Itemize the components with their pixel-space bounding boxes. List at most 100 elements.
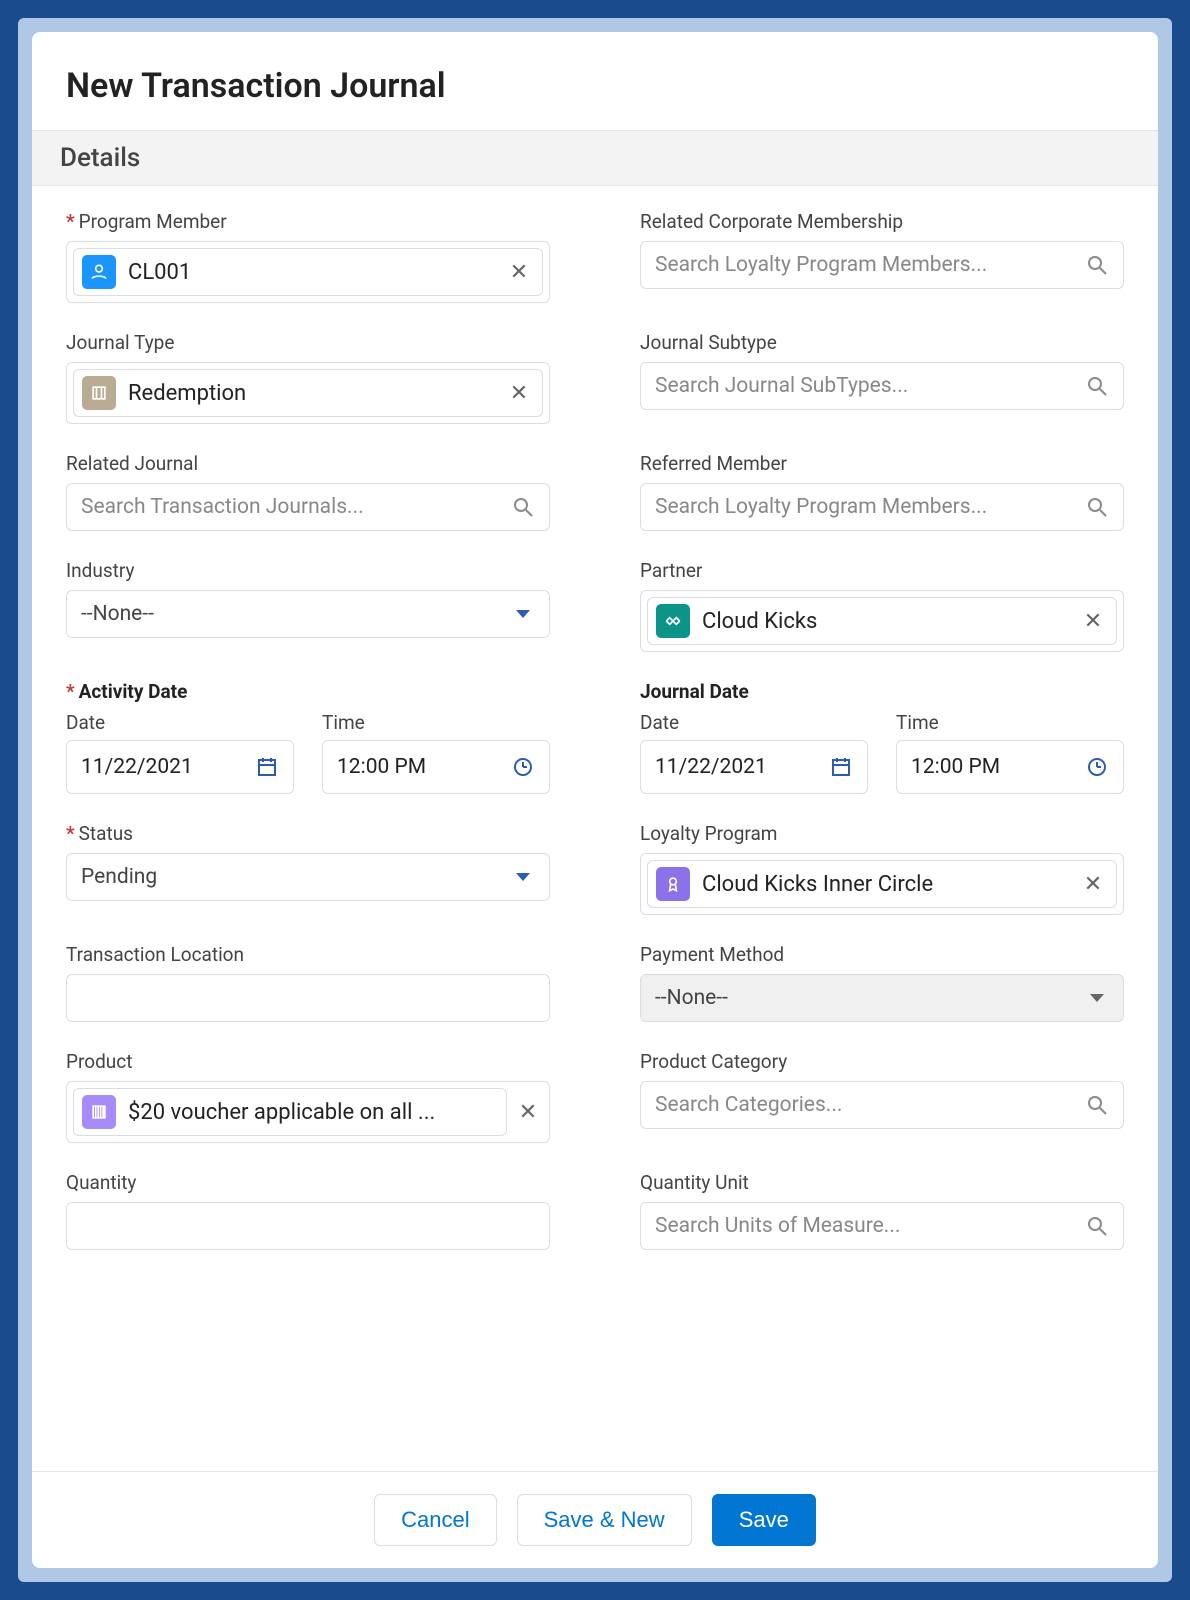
search-icon	[1085, 1093, 1109, 1117]
clear-journal-type-icon[interactable]: ✕	[504, 381, 534, 406]
journal-date-label: Journal Date	[640, 680, 1124, 703]
product-category-label: Product Category	[640, 1050, 1124, 1073]
status-label: Status	[79, 822, 133, 845]
field-journal-subtype: Journal Subtype Search Journal SubTypes.…	[640, 331, 1124, 424]
clock-icon[interactable]	[511, 755, 535, 779]
journal-date-time-input[interactable]: 12:00 PM	[896, 740, 1124, 794]
journal-subtype-search[interactable]: Search Journal SubTypes...	[640, 362, 1124, 410]
transaction-location-label: Transaction Location	[66, 943, 550, 966]
related-journal-placeholder: Search Transaction Journals...	[81, 495, 364, 519]
field-related-journal: Related Journal Search Transaction Journ…	[66, 452, 550, 531]
industry-value: --None--	[81, 602, 154, 626]
field-industry: Industry --None--	[66, 559, 550, 652]
related-corp-membership-label: Related Corporate Membership	[640, 210, 1124, 233]
partner-label: Partner	[640, 559, 1124, 582]
activity-date-time-value: 12:00 PM	[337, 755, 426, 779]
clear-loyalty-program-icon[interactable]: ✕	[1078, 872, 1108, 897]
search-icon	[1085, 374, 1109, 398]
product-icon	[82, 1095, 116, 1129]
save-button[interactable]: Save	[712, 1494, 816, 1546]
field-referred-member: Referred Member Search Loyalty Program M…	[640, 452, 1124, 531]
quantity-label: Quantity	[66, 1171, 550, 1194]
journal-subtype-label: Journal Subtype	[640, 331, 1124, 354]
payment-method-select[interactable]: --None--	[640, 974, 1124, 1022]
section-header-details: Details	[32, 130, 1158, 186]
journal-type-label: Journal Type	[66, 331, 550, 354]
loyalty-program-icon	[656, 867, 690, 901]
activity-date-time-input[interactable]: 12:00 PM	[322, 740, 550, 794]
person-icon	[82, 255, 116, 289]
journal-date-date-value: 11/22/2021	[655, 755, 767, 779]
cancel-button[interactable]: Cancel	[374, 1494, 496, 1546]
transaction-location-text[interactable]	[81, 985, 535, 1011]
partner-lookup[interactable]: Cloud Kicks ✕	[640, 590, 1124, 652]
journal-type-icon	[82, 376, 116, 410]
field-journal-date: Journal Date Date 11/22/2021 Time 12:00 …	[640, 680, 1124, 794]
industry-select[interactable]: --None--	[66, 590, 550, 638]
chevron-down-icon	[511, 602, 535, 626]
journal-date-time-value: 12:00 PM	[911, 755, 1000, 779]
search-icon	[1085, 495, 1109, 519]
related-journal-search[interactable]: Search Transaction Journals...	[66, 483, 550, 531]
search-icon	[1085, 253, 1109, 277]
field-activity-date: *Activity Date Date 11/22/2021 Time 12:0…	[66, 680, 550, 794]
product-lookup[interactable]: $20 voucher applicable on all ... ✕	[66, 1081, 550, 1143]
quantity-unit-search[interactable]: Search Units of Measure...	[640, 1202, 1124, 1250]
modal-footer: Cancel Save & New Save	[32, 1471, 1158, 1568]
journal-date-time-label: Time	[896, 711, 1124, 734]
product-category-placeholder: Search Categories...	[655, 1093, 842, 1117]
product-label: Product	[66, 1050, 550, 1073]
program-member-label: Program Member	[79, 210, 227, 233]
program-member-value: CL001	[128, 260, 504, 285]
status-value: Pending	[81, 865, 157, 889]
journal-type-value: Redemption	[128, 381, 504, 406]
quantity-input[interactable]	[66, 1202, 550, 1250]
search-icon	[1085, 1214, 1109, 1238]
quantity-unit-placeholder: Search Units of Measure...	[655, 1214, 900, 1238]
field-program-member: *Program Member CL001 ✕	[66, 210, 550, 303]
save-and-new-button[interactable]: Save & New	[517, 1494, 692, 1546]
journal-subtype-placeholder: Search Journal SubTypes...	[655, 374, 908, 398]
quantity-unit-label: Quantity Unit	[640, 1171, 1124, 1194]
referred-member-placeholder: Search Loyalty Program Members...	[655, 495, 987, 519]
related-corp-membership-search[interactable]: Search Loyalty Program Members...	[640, 241, 1124, 289]
activity-date-date-value: 11/22/2021	[81, 755, 193, 779]
activity-date-date-input[interactable]: 11/22/2021	[66, 740, 294, 794]
field-status: *Status Pending	[66, 822, 550, 915]
search-icon	[511, 495, 535, 519]
loyalty-program-value: Cloud Kicks Inner Circle	[702, 872, 1078, 897]
new-transaction-journal-modal: New Transaction Journal Details *Program…	[32, 32, 1158, 1568]
product-value: $20 voucher applicable on all ...	[128, 1100, 498, 1125]
field-product: Product $20 voucher applicable on all ..…	[66, 1050, 550, 1143]
journal-date-date-label: Date	[640, 711, 868, 734]
field-related-corp-membership: Related Corporate Membership Search Loya…	[640, 210, 1124, 303]
clear-partner-icon[interactable]: ✕	[1078, 609, 1108, 634]
field-payment-method: Payment Method --None--	[640, 943, 1124, 1022]
activity-date-date-label: Date	[66, 711, 294, 734]
clear-product-icon[interactable]: ✕	[513, 1100, 543, 1125]
calendar-icon[interactable]	[829, 755, 853, 779]
referred-member-search[interactable]: Search Loyalty Program Members...	[640, 483, 1124, 531]
product-category-search[interactable]: Search Categories...	[640, 1081, 1124, 1129]
partner-value: Cloud Kicks	[702, 609, 1078, 634]
program-member-lookup[interactable]: CL001 ✕	[66, 241, 550, 303]
field-partner: Partner Cloud Kicks ✕	[640, 559, 1124, 652]
status-select[interactable]: Pending	[66, 853, 550, 901]
related-journal-label: Related Journal	[66, 452, 550, 475]
loyalty-program-lookup[interactable]: Cloud Kicks Inner Circle ✕	[640, 853, 1124, 915]
clock-icon[interactable]	[1085, 755, 1109, 779]
calendar-icon[interactable]	[255, 755, 279, 779]
journal-date-date-input[interactable]: 11/22/2021	[640, 740, 868, 794]
activity-date-time-label: Time	[322, 711, 550, 734]
quantity-text[interactable]	[81, 1213, 535, 1239]
field-quantity-unit: Quantity Unit Search Units of Measure...	[640, 1171, 1124, 1250]
clear-program-member-icon[interactable]: ✕	[504, 260, 534, 285]
related-corp-membership-placeholder: Search Loyalty Program Members...	[655, 253, 987, 277]
journal-type-lookup[interactable]: Redemption ✕	[66, 362, 550, 424]
transaction-location-input[interactable]	[66, 974, 550, 1022]
payment-method-value: --None--	[655, 986, 728, 1010]
field-loyalty-program: Loyalty Program Cloud Kicks Inner Circle…	[640, 822, 1124, 915]
field-transaction-location: Transaction Location	[66, 943, 550, 1022]
activity-date-label: Activity Date	[79, 680, 188, 703]
field-quantity: Quantity	[66, 1171, 550, 1250]
